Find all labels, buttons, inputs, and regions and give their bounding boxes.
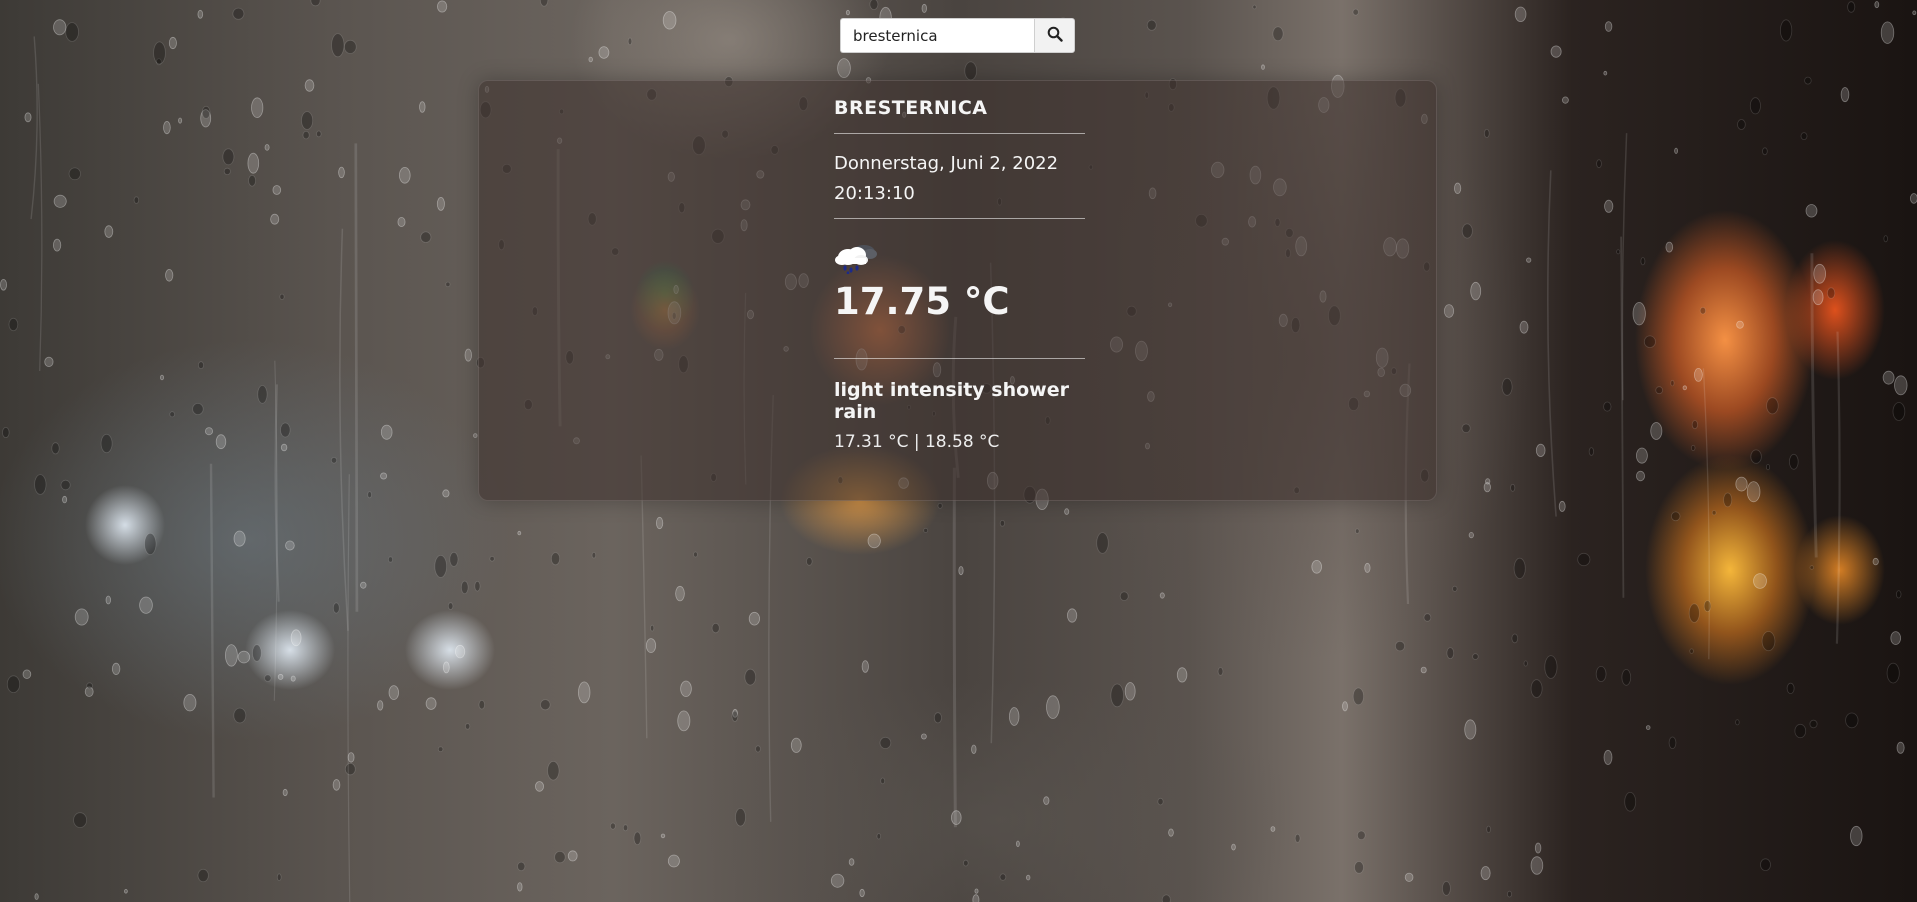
current-date: Donnerstag, Juni 2, 2022	[834, 153, 1059, 174]
divider	[834, 358, 1085, 359]
divider	[834, 218, 1085, 219]
search-input[interactable]	[840, 18, 1034, 53]
search-button[interactable]	[1034, 18, 1075, 53]
divider	[834, 133, 1085, 134]
weather-content: BRESTERNICA Donnerstag, Juni 2, 2022 20:…	[834, 81, 1085, 453]
min-max-temperature: 17.31 °C | 18.58 °C	[834, 432, 1000, 452]
current-time: 20:13:10	[834, 183, 915, 204]
search-bar	[840, 18, 1075, 53]
temperature: 17.75 °C	[834, 280, 1010, 323]
rain-cloud-icon	[834, 242, 880, 275]
weather-description: light intensity shower rain	[834, 379, 1069, 423]
city-name: BRESTERNICA	[834, 97, 988, 119]
search-icon	[1047, 26, 1063, 45]
weather-card: BRESTERNICA Donnerstag, Juni 2, 2022 20:…	[478, 80, 1437, 501]
